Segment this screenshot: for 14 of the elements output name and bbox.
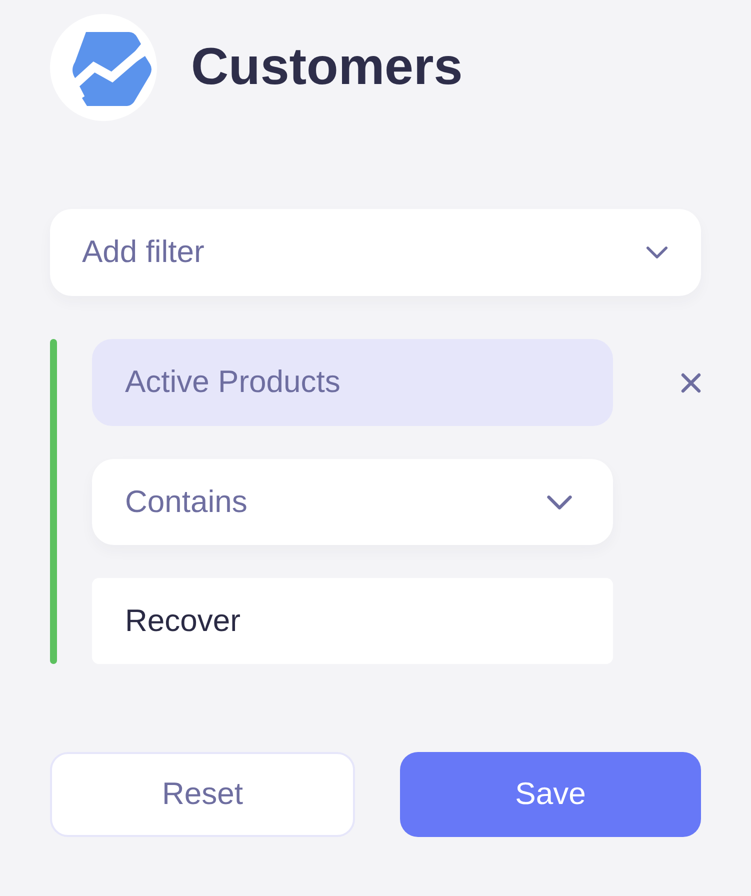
chevron-down-icon — [646, 246, 668, 259]
input-field[interactable]: Recover — [92, 578, 613, 664]
chevron-down-icon — [546, 494, 573, 510]
page-title: Customers — [191, 40, 463, 94]
operator-dropdown[interactable]: Contains — [92, 459, 613, 545]
close-button[interactable] — [681, 373, 701, 393]
logo-icon — [50, 14, 157, 121]
close-icon — [681, 373, 701, 393]
reset-button[interactable]: Reset — [50, 752, 355, 837]
add-filter-dropdown[interactable]: Add filter — [50, 209, 701, 296]
filter-field-chip[interactable]: Active Products — [92, 339, 613, 426]
operator-value: Contains — [125, 482, 248, 521]
save-button[interactable]: Save — [400, 752, 701, 837]
add-filter-label: Add filter — [82, 233, 204, 272]
